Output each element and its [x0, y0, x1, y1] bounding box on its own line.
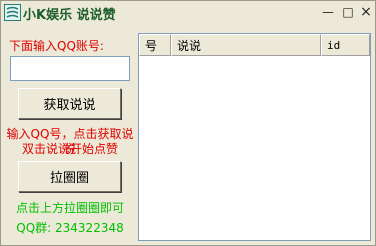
title-bar[interactable]: 小K娱乐 说说赞 — □ ×: [1, 1, 375, 25]
pull-circle-button[interactable]: 拉圈圈: [18, 161, 121, 192]
window-title: 小K娱乐 说说赞: [23, 8, 116, 23]
column-header-number[interactable]: 号: [139, 34, 171, 56]
app-window: 小K娱乐 说说赞 — □ × 下面输入QQ账号: 获取说说 输入QQ号，点击获取…: [0, 0, 376, 246]
column-header-id[interactable]: id: [321, 34, 370, 56]
app-logo-icon: [4, 4, 21, 21]
qq-account-input[interactable]: [10, 56, 130, 81]
column-header-shuoshuo[interactable]: 说说: [171, 34, 321, 56]
qq-account-label: 下面输入QQ账号:: [9, 39, 104, 53]
minimize-button[interactable]: —: [320, 4, 336, 20]
close-button[interactable]: ×: [358, 4, 374, 20]
get-shuoshuo-button[interactable]: 获取说说: [18, 88, 121, 119]
list-header: 号 说说 id: [139, 34, 370, 56]
qq-group-text: QQ群: 234322348: [16, 221, 124, 235]
instruction-line-2: 双击说说开始点赞: [21, 142, 118, 156]
maximize-button[interactable]: □: [340, 4, 356, 20]
pull-circle-hint: 点击上方拉圈圈即可: [15, 201, 124, 215]
shuoshuo-list[interactable]: 号 说说 id: [138, 33, 371, 241]
